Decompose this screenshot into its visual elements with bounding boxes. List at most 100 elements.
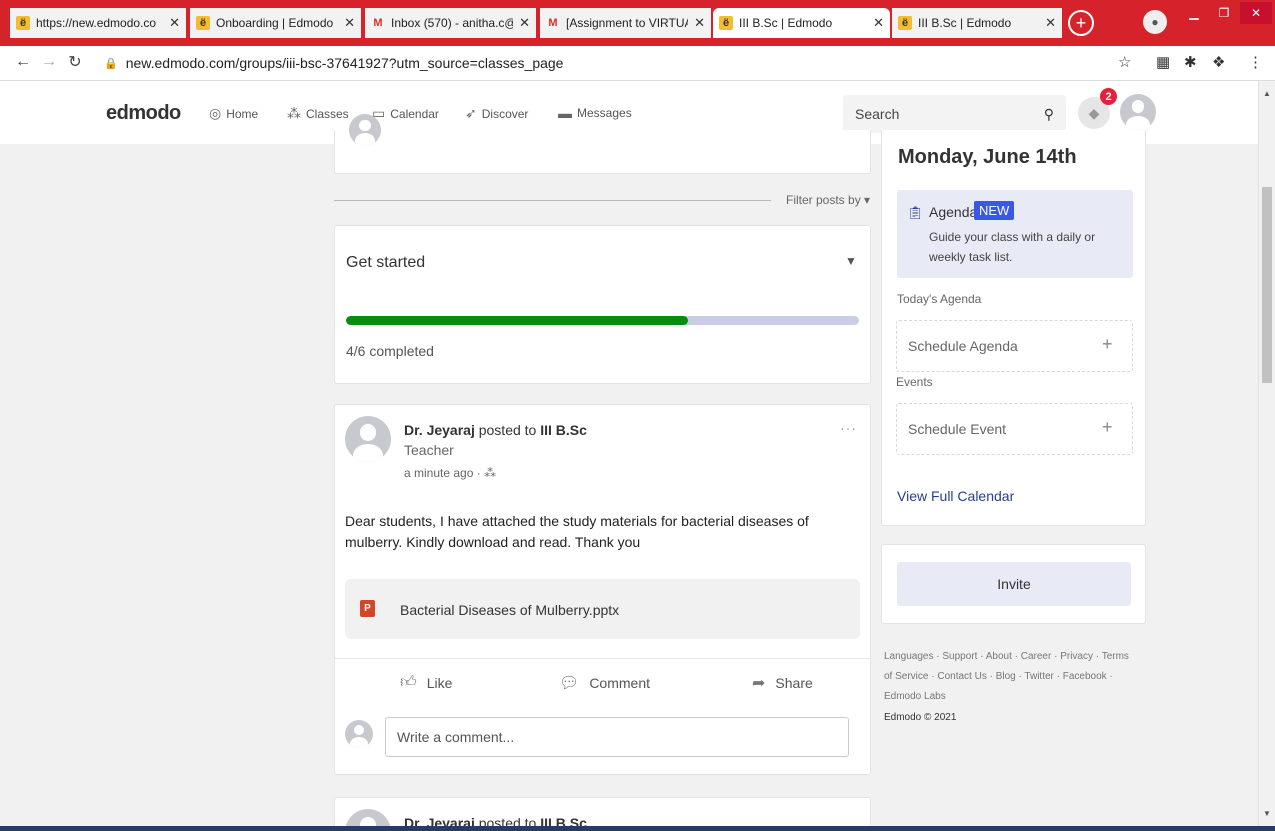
author-name[interactable]: Dr. Jeyaraj bbox=[404, 422, 475, 438]
tab-label: Onboarding | Edmodo bbox=[216, 16, 334, 30]
divider bbox=[334, 658, 871, 659]
timestamp-text[interactable]: a minute ago bbox=[404, 466, 473, 480]
back-icon[interactable]: ← bbox=[12, 53, 34, 71]
nav-messages[interactable]: ▬ Messages bbox=[558, 105, 632, 121]
extension-icon[interactable]: ❖ bbox=[1212, 53, 1225, 71]
attachment-filename[interactable]: Bacterial Diseases of Mulberry.pptx bbox=[400, 602, 619, 618]
browser-tab[interactable]: ë https://new.edmodo.co ✕ bbox=[10, 8, 186, 38]
share-label: Share bbox=[775, 675, 813, 691]
browser-tab[interactable]: M [Assignment to VIRTUA ✕ bbox=[540, 8, 711, 38]
view-full-calendar-link[interactable]: View Full Calendar bbox=[897, 488, 1014, 504]
group-link[interactable]: III B.Sc bbox=[540, 422, 587, 438]
browser-menu-icon[interactable]: ⋮ bbox=[1248, 53, 1263, 71]
edmodo-logo[interactable]: edmodo bbox=[106, 102, 181, 125]
invite-button[interactable]: Invite bbox=[897, 562, 1131, 606]
browser-tab[interactable]: ë Onboarding | Edmodo ✕ bbox=[190, 8, 361, 38]
profile-icon[interactable]: ● bbox=[1143, 10, 1167, 34]
page-scrollbar[interactable]: ▲ ▼ bbox=[1258, 81, 1275, 827]
reload-icon[interactable]: ↻ bbox=[64, 52, 86, 72]
notification-badge: 2 bbox=[1100, 88, 1117, 105]
nav-label: Classes bbox=[306, 106, 349, 121]
gmail-icon: M bbox=[548, 17, 558, 29]
schedule-event-label: Schedule Event bbox=[908, 421, 1007, 437]
address-bar[interactable]: 🔒 new.edmodo.com/groups/iii-bsc-37641927… bbox=[104, 51, 1134, 75]
nav-label: Messages bbox=[577, 106, 632, 120]
minimize-icon[interactable]: ▁ bbox=[1180, 2, 1208, 24]
like-label: Like bbox=[426, 674, 453, 691]
powerpoint-icon: P bbox=[360, 600, 375, 617]
edmodo-icon: ë bbox=[719, 16, 733, 30]
copyright: Edmodo © 2021 bbox=[884, 712, 957, 723]
author-avatar[interactable] bbox=[345, 416, 391, 462]
extensions-puzzle-icon[interactable]: ✱ bbox=[1184, 53, 1197, 71]
commenter-avatar bbox=[345, 720, 373, 748]
nav-label: Discover bbox=[481, 106, 529, 121]
user-avatar[interactable] bbox=[1120, 94, 1156, 130]
search-input[interactable]: Search ⚲ bbox=[843, 95, 1066, 133]
progress-bar-fill bbox=[346, 316, 688, 325]
schedule-agenda-label: Schedule Agenda bbox=[908, 338, 1018, 354]
todays-agenda-label: Today's Agenda bbox=[897, 292, 982, 306]
tab-label: III B.Sc | Edmodo bbox=[739, 16, 833, 30]
comment-button[interactable]: 💬︎ Comment bbox=[559, 673, 650, 693]
close-icon[interactable]: ✕ bbox=[694, 15, 705, 31]
url-text: new.edmodo.com/groups/iii-bsc-37641927?u… bbox=[125, 55, 564, 71]
browser-tab-bar: ë https://new.edmodo.co ✕ ë Onboarding |… bbox=[0, 0, 1275, 46]
bookmark-star-icon[interactable]: ☆ bbox=[1118, 53, 1131, 71]
edmodo-icon: ë bbox=[898, 16, 912, 30]
share-icon: ➦ bbox=[752, 675, 766, 692]
post-header: Dr. Jeyaraj posted to III B.Sc bbox=[404, 422, 587, 438]
plus-icon: + bbox=[1102, 417, 1113, 437]
nav-calendar[interactable]: ▭ Calendar bbox=[372, 105, 439, 122]
nav-label: Calendar bbox=[390, 106, 439, 121]
agenda-promo[interactable]: 📋︎ Agenda NEW Guide your class with a da… bbox=[897, 190, 1133, 278]
previous-card bbox=[334, 114, 871, 174]
browser-tab-active[interactable]: ë III B.Sc | Edmodo ✕ bbox=[713, 8, 890, 38]
lock-icon: 🔒 bbox=[104, 57, 118, 70]
like-button[interactable]: 👍︎ Like bbox=[400, 673, 452, 692]
classes-icon: ⁂ bbox=[484, 466, 497, 480]
browser-tab[interactable]: ë III B.Sc | Edmodo ✕ bbox=[892, 8, 1062, 38]
schedule-agenda-button[interactable]: Schedule Agenda + bbox=[896, 320, 1133, 372]
tab-label: [Assignment to VIRTUA bbox=[566, 16, 689, 30]
separator: · bbox=[476, 466, 485, 480]
classes-icon: ⁂ bbox=[287, 105, 301, 121]
tab-label: Inbox (570) - anitha.c@ bbox=[391, 16, 514, 30]
filter-posts-dropdown[interactable]: Filter posts by ▾ bbox=[786, 193, 870, 207]
author-role: Teacher bbox=[404, 442, 454, 458]
comment-label: Comment bbox=[589, 675, 650, 691]
close-icon[interactable]: ✕ bbox=[519, 15, 530, 31]
chevron-down-icon[interactable]: ▼ bbox=[845, 254, 857, 268]
post-timestamp: a minute ago · ⁂ bbox=[404, 466, 496, 480]
new-tab-button[interactable]: + bbox=[1068, 10, 1094, 36]
scroll-up-icon[interactable]: ▲ bbox=[1263, 89, 1271, 98]
nav-home[interactable]: ◎ Home bbox=[209, 105, 258, 122]
extensions-grid-icon[interactable]: ▦ bbox=[1156, 53, 1170, 71]
scrollbar-thumb[interactable] bbox=[1262, 187, 1272, 383]
get-started-title[interactable]: Get started bbox=[346, 254, 425, 272]
close-icon[interactable]: ✕ bbox=[1045, 15, 1056, 31]
nav-classes[interactable]: ⁂ Classes bbox=[287, 105, 349, 122]
search-icon[interactable]: ⚲ bbox=[1044, 106, 1054, 123]
comment-input[interactable]: Write a comment... bbox=[385, 717, 849, 757]
close-icon[interactable]: ✕ bbox=[169, 15, 180, 31]
close-icon[interactable]: ✕ bbox=[873, 15, 884, 31]
agenda-description: Guide your class with a daily or weekly … bbox=[929, 230, 1096, 264]
attachment[interactable]: P Bacterial Diseases of Mulberry.pptx bbox=[345, 579, 860, 639]
nav-discover[interactable]: ➶ Discover bbox=[465, 105, 528, 122]
window-close-icon[interactable]: ✕ bbox=[1240, 2, 1272, 24]
schedule-event-button[interactable]: Schedule Event + bbox=[896, 403, 1133, 455]
gmail-icon: M bbox=[373, 17, 383, 29]
share-button[interactable]: ➦ Share bbox=[752, 673, 813, 693]
clipboard-icon: 📋︎ bbox=[907, 205, 924, 220]
forward-icon[interactable]: → bbox=[38, 53, 60, 71]
footer-links[interactable]: Languages · Support · About · Career · P… bbox=[884, 647, 1134, 707]
close-icon[interactable]: ✕ bbox=[344, 15, 355, 31]
edmodo-icon: ë bbox=[16, 16, 30, 30]
tab-label: III B.Sc | Edmodo bbox=[918, 16, 1012, 30]
restore-icon[interactable]: ❐ bbox=[1210, 2, 1238, 24]
more-options-icon[interactable]: ··· bbox=[840, 420, 857, 436]
browser-tab[interactable]: M Inbox (570) - anitha.c@ ✕ bbox=[365, 8, 536, 38]
comment-icon: 💬︎ bbox=[559, 675, 580, 692]
scroll-down-icon[interactable]: ▼ bbox=[1263, 809, 1271, 818]
